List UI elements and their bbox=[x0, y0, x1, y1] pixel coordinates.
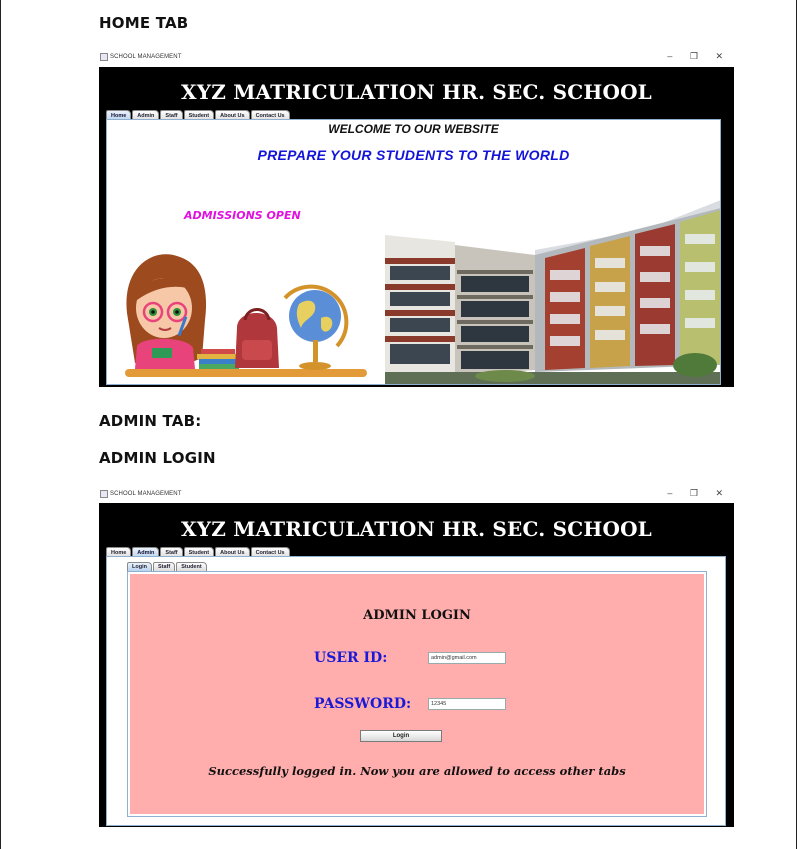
app-icon bbox=[100, 490, 108, 498]
welcome-text: WELCOME TO OUR WEBSITE bbox=[328, 122, 499, 136]
home-content: WELCOME TO OUR WEBSITE PREPARE YOUR STUD… bbox=[106, 119, 721, 385]
window-controls: – ❐ ✕ bbox=[652, 488, 723, 499]
window-controls: – ❐ ✕ bbox=[652, 51, 723, 62]
girl-with-books-and-globe-image bbox=[125, 254, 367, 377]
window-titlebar: SCHOOL MANAGEMENT – ❐ ✕ bbox=[95, 50, 735, 66]
section-heading-home-tab: HOME TAB bbox=[99, 14, 189, 32]
desk-shape bbox=[125, 369, 367, 377]
close-icon[interactable]: ✕ bbox=[715, 51, 723, 62]
home-window: SCHOOL MANAGEMENT – ❐ ✕ XYZ MATRICULATIO… bbox=[95, 50, 735, 387]
admissions-open-text: ADMISSIONS OPEN bbox=[184, 209, 301, 222]
password-input[interactable]: 12345 bbox=[428, 698, 506, 710]
section-heading-admin-tab: ADMIN TAB: bbox=[99, 412, 202, 430]
section-heading-admin-login: ADMIN LOGIN bbox=[99, 449, 216, 467]
subtab-staff[interactable]: Staff bbox=[152, 562, 176, 571]
admin-content: Login Staff Student ADMIN LOGIN USER ID:… bbox=[106, 556, 726, 826]
subtab-student[interactable]: Student bbox=[176, 562, 207, 571]
school-building-image bbox=[385, 200, 720, 384]
tagline-text: PREPARE YOUR STUDENTS TO THE WORLD bbox=[257, 147, 570, 163]
school-title: XYZ MATRICULATION HR. SEC. SCHOOL bbox=[181, 80, 652, 104]
window-title: SCHOOL MANAGEMENT bbox=[110, 54, 182, 60]
window-titlebar: SCHOOL MANAGEMENT – ❐ ✕ bbox=[95, 487, 735, 503]
admin-window: SCHOOL MANAGEMENT – ❐ ✕ XYZ MATRICULATIO… bbox=[95, 487, 735, 828]
app-frame: XYZ MATRICULATION HR. SEC. SCHOOL Home A… bbox=[99, 503, 734, 827]
close-icon[interactable]: ✕ bbox=[715, 488, 723, 499]
admin-login-heading: ADMIN LOGIN bbox=[363, 608, 471, 623]
globe-shape bbox=[289, 290, 341, 342]
subtab-login[interactable]: Login bbox=[127, 562, 152, 571]
window-title: SCHOOL MANAGEMENT bbox=[110, 491, 182, 497]
app-icon bbox=[100, 53, 108, 61]
school-title: XYZ MATRICULATION HR. SEC. SCHOOL bbox=[181, 517, 652, 541]
tree-shape bbox=[673, 353, 717, 377]
restore-icon[interactable]: ❐ bbox=[690, 51, 698, 62]
login-panel-background: ADMIN LOGIN USER ID: admin@gmail.com PAS… bbox=[130, 574, 704, 814]
books-stack bbox=[199, 359, 237, 364]
login-button[interactable]: Login bbox=[360, 730, 442, 742]
login-success-message: Successfully logged in. Now you are allo… bbox=[208, 764, 626, 778]
user-id-label: USER ID: bbox=[314, 650, 388, 666]
admin-subtabbar: Login Staff Student bbox=[127, 562, 208, 571]
login-panel: ADMIN LOGIN USER ID: admin@gmail.com PAS… bbox=[127, 571, 707, 817]
minimize-icon[interactable]: – bbox=[667, 488, 672, 498]
minimize-icon[interactable]: – bbox=[667, 51, 672, 61]
restore-icon[interactable]: ❐ bbox=[690, 488, 698, 499]
app-frame: XYZ MATRICULATION HR. SEC. SCHOOL Home A… bbox=[99, 67, 734, 387]
user-id-input[interactable]: admin@gmail.com bbox=[428, 652, 506, 664]
password-label: PASSWORD: bbox=[314, 696, 412, 712]
